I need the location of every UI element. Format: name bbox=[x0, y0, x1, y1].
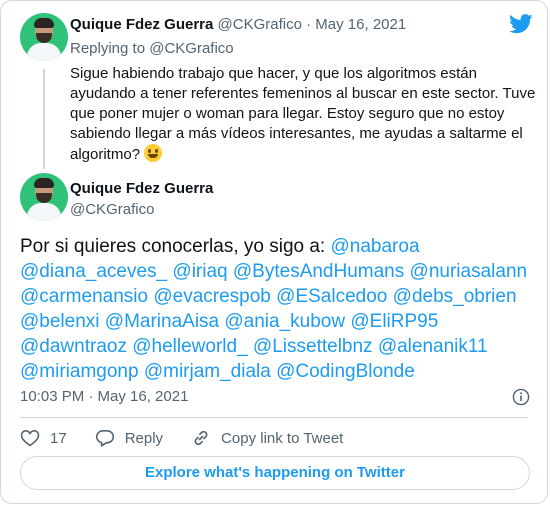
mention-link[interactable]: @ESalcedoo bbox=[276, 286, 387, 307]
tweet-timestamp[interactable]: 10:03 PM · May 16, 2021 bbox=[20, 387, 188, 407]
twitter-bird-icon[interactable] bbox=[509, 14, 533, 34]
mention-link[interactable]: @alenanik11 bbox=[378, 336, 488, 357]
mention-link[interactable]: @carmenansio bbox=[20, 286, 148, 307]
parent-tweet-text: Sigue habiendo trabajo que hacer, y que … bbox=[70, 64, 538, 165]
mention-link[interactable]: @nuriasalann bbox=[410, 261, 528, 282]
parent-tweet-header: Quique Fdez Guerra @CKGrafico · May 16, … bbox=[70, 15, 406, 35]
mention-link[interactable]: @EliRP95 bbox=[350, 311, 438, 332]
thread-line bbox=[43, 69, 45, 169]
info-icon[interactable] bbox=[512, 388, 530, 406]
mention-link[interactable]: @BytesAndHumans bbox=[233, 261, 404, 282]
mention-link[interactable]: @helleworld_ bbox=[132, 336, 247, 357]
heart-icon bbox=[20, 429, 40, 447]
mention-link[interactable]: @miriamgonp bbox=[20, 361, 139, 382]
author-handle[interactable]: @CKGrafico bbox=[70, 200, 154, 220]
author-name[interactable]: Quique Fdez Guerra bbox=[70, 179, 213, 199]
like-count: 17 bbox=[50, 429, 67, 447]
divider bbox=[20, 417, 528, 418]
mention-link[interactable]: @mirjam_diala bbox=[144, 361, 271, 382]
mention-link[interactable]: @Lissettelbnz bbox=[253, 336, 373, 357]
main-tweet-text: Por si quieres conocerlas, yo sigo a: @n… bbox=[20, 234, 535, 384]
tweet-date[interactable]: May 16, 2021 bbox=[315, 16, 406, 33]
mention-link[interactable]: @iriaq bbox=[172, 261, 227, 282]
mention-link[interactable]: @diana_aceves_ bbox=[20, 261, 167, 282]
mention-link[interactable]: @CodingBlonde bbox=[276, 361, 415, 382]
mention-link[interactable]: @evacrespob bbox=[153, 286, 271, 307]
link-icon bbox=[194, 430, 208, 446]
author-name[interactable]: Quique Fdez Guerra bbox=[70, 16, 213, 33]
avatar[interactable] bbox=[20, 173, 68, 221]
copy-link-label: Copy link to Tweet bbox=[221, 429, 344, 447]
action-bar: 17 Reply Copy link to Tweet bbox=[20, 426, 371, 450]
avatar[interactable] bbox=[20, 13, 68, 61]
like-button[interactable]: 17 bbox=[20, 429, 67, 447]
author-handle[interactable]: @CKGrafico bbox=[218, 16, 302, 33]
explore-twitter-button[interactable]: Explore what's happening on Twitter bbox=[20, 456, 530, 490]
mention-link[interactable]: @MarinaAisa bbox=[105, 311, 219, 332]
mention-link[interactable]: @nabaroa bbox=[331, 236, 420, 257]
mention-link[interactable]: @belenxi bbox=[20, 311, 100, 332]
replying-to[interactable]: Replying to @CKGrafico bbox=[70, 39, 234, 59]
mention-link[interactable]: @ania_kubow bbox=[224, 311, 345, 332]
reply-icon bbox=[95, 430, 114, 447]
tweet-intro: Por si quieres conocerlas, yo sigo a: bbox=[20, 236, 331, 257]
copy-link-button[interactable]: Copy link to Tweet bbox=[191, 428, 343, 448]
parent-tweet-body: Sigue habiendo trabajo que hacer, y que … bbox=[70, 65, 536, 163]
separator: · bbox=[301, 16, 316, 33]
mention-link[interactable]: @debs_obrien bbox=[393, 286, 517, 307]
reply-label: Reply bbox=[124, 429, 164, 447]
grinning-emoji-icon bbox=[144, 144, 163, 162]
reply-button[interactable]: Reply bbox=[95, 429, 163, 447]
mention-link[interactable]: @dawntraoz bbox=[20, 336, 127, 357]
